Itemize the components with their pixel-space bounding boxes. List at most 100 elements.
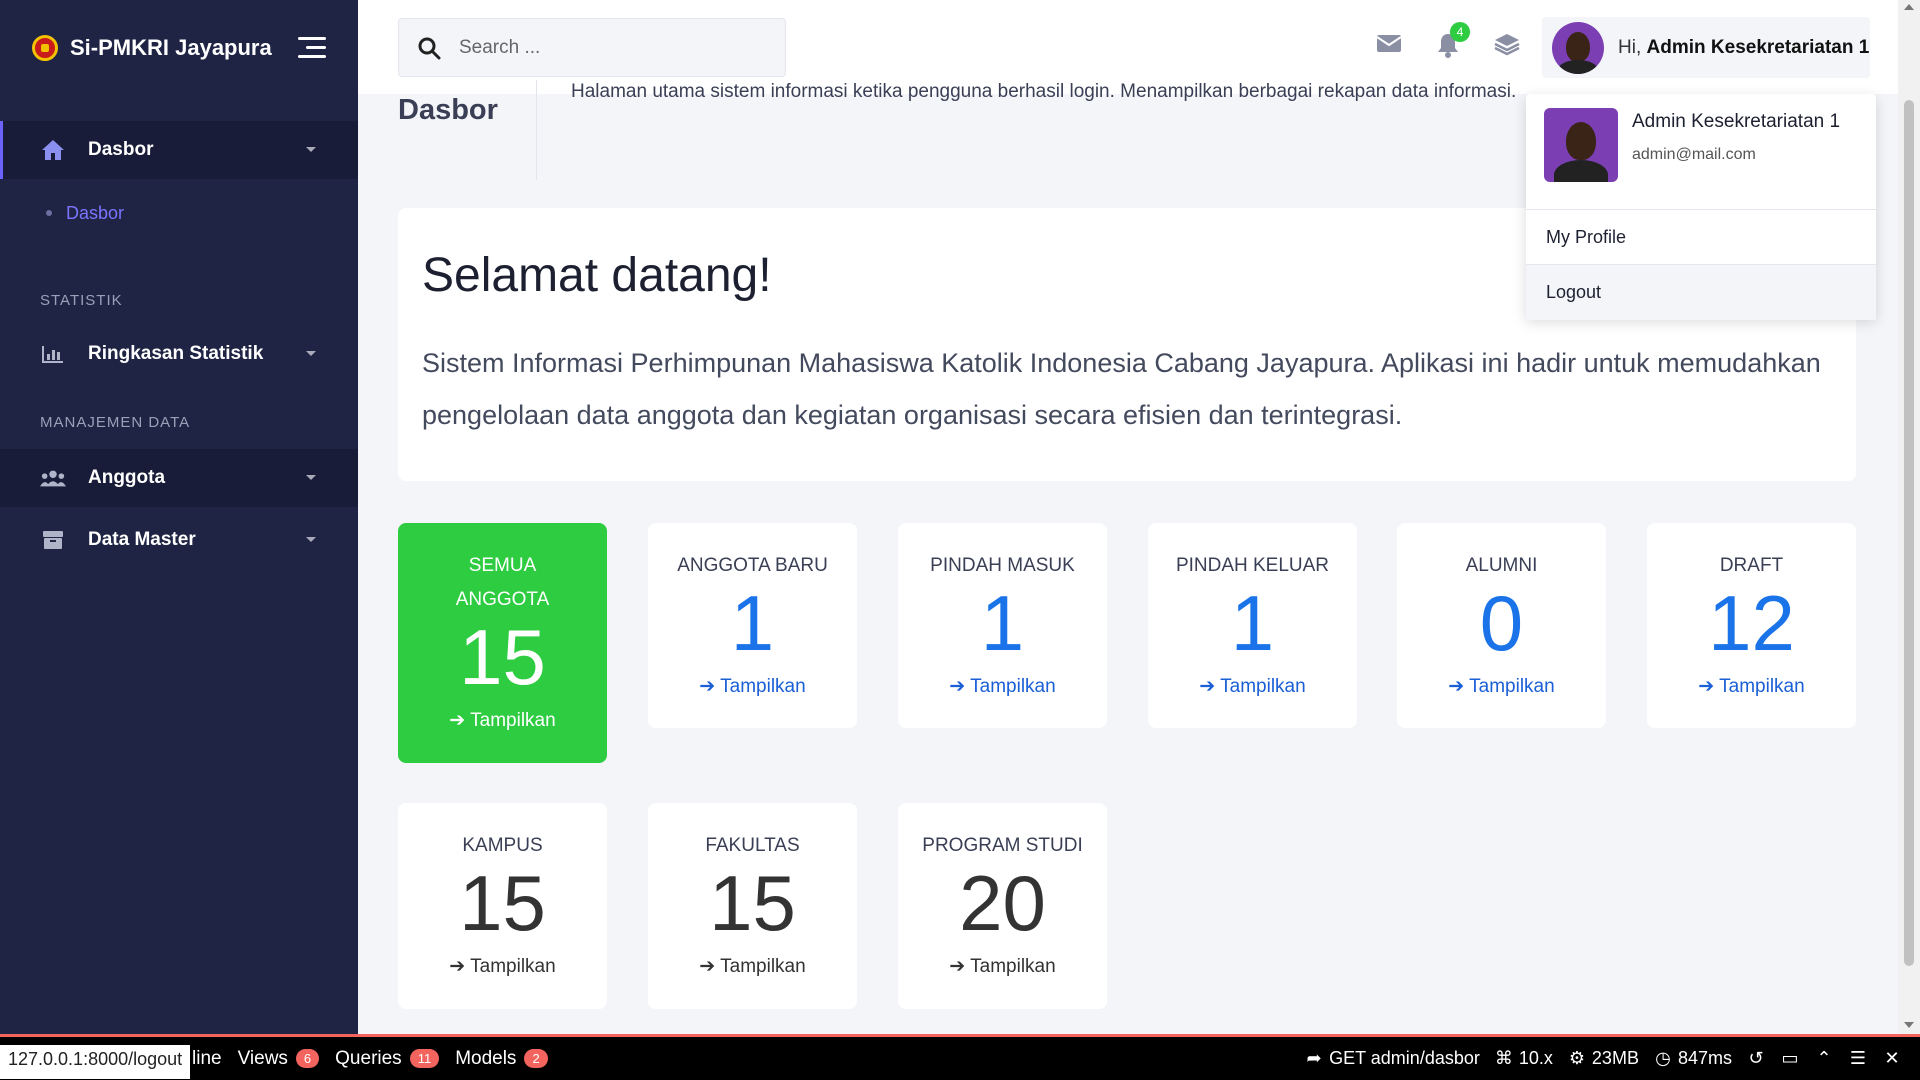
- stat-value: 12: [1708, 579, 1795, 667]
- bar-chart-icon: [40, 343, 66, 365]
- views-count: 6: [295, 1049, 320, 1068]
- sidebar-item-label: Anggota: [88, 467, 166, 488]
- tab-timeline[interactable]: line: [192, 1048, 222, 1070]
- notification-badge: 4: [1450, 22, 1470, 42]
- stat-link[interactable]: ➔ Tampilkan: [898, 675, 1107, 698]
- stat-value: 15: [459, 613, 546, 701]
- stat-card-kampus[interactable]: KAMPUS 15 ➔ Tampilkan: [398, 803, 607, 1009]
- user-menu-button[interactable]: Hi, Admin Kesekretariatan 1: [1542, 17, 1870, 78]
- stat-card-anggota-baru[interactable]: ANGGOTA BARU 1 ➔ Tampilkan: [648, 523, 857, 728]
- sidebar: Si-PMKRI Jayapura Dasbor Dasbor STATISTI…: [0, 0, 358, 1034]
- sidebar-item-dasbor[interactable]: Dasbor: [0, 121, 358, 179]
- brand-logo[interactable]: [32, 34, 58, 61]
- logout-link[interactable]: Logout: [1526, 265, 1876, 320]
- tab-models[interactable]: Models 2: [455, 1048, 548, 1070]
- layers-icon[interactable]: [1494, 32, 1520, 58]
- stat-card-alumni[interactable]: ALUMNI 0 ➔ Tampilkan: [1397, 523, 1606, 728]
- avatar: [1544, 108, 1618, 182]
- stat-card-semua-anggota[interactable]: SEMUA ANGGOTA 15 ➔ Tampilkan: [398, 523, 607, 763]
- time-info: ◷ 847ms: [1653, 1048, 1732, 1069]
- sidebar-subitem-label: Dasbor: [66, 202, 125, 223]
- chevron-down-icon: [306, 147, 316, 152]
- users-icon: [40, 467, 66, 489]
- close-icon[interactable]: ✕: [1882, 1048, 1902, 1069]
- stat-label: KAMPUS: [462, 835, 543, 856]
- sidebar-subitem-dasbor[interactable]: Dasbor: [0, 187, 358, 239]
- stat-link[interactable]: ➔ Tampilkan: [1647, 675, 1856, 698]
- stat-link[interactable]: ➔ Tampilkan: [648, 955, 857, 978]
- models-count: 2: [524, 1049, 548, 1068]
- stat-label: PROGRAM STUDI: [922, 835, 1083, 856]
- divider: [536, 80, 537, 180]
- cogs-icon: ⚙: [1568, 1048, 1585, 1068]
- stat-label: SEMUA ANGGOTA: [455, 555, 550, 610]
- version-info: ⌘ 10.x: [1494, 1048, 1553, 1068]
- stat-value: 0: [1479, 579, 1524, 667]
- chevron-down-icon: [306, 351, 316, 356]
- stat-value: 15: [709, 859, 796, 947]
- page-description: Halaman utama sistem informasi ketika pe…: [571, 81, 1517, 102]
- sidebar-item-data-master[interactable]: Data Master: [0, 511, 358, 569]
- bullet-icon: [46, 210, 52, 216]
- stat-label: DRAFT: [1719, 555, 1784, 576]
- share-icon: ➦: [1306, 1048, 1322, 1068]
- tab-queries[interactable]: Queries 11: [335, 1048, 440, 1070]
- stat-link[interactable]: ➔ Tampilkan: [898, 955, 1107, 978]
- stat-label: ALUMNI: [1465, 555, 1538, 576]
- brand: Si-PMKRI Jayapura: [0, 0, 358, 95]
- scrollbar[interactable]: [1898, 0, 1920, 1034]
- stat-label: ANGGOTA BARU: [677, 555, 828, 576]
- sidebar-item-label: Ringkasan Statistik: [88, 343, 264, 364]
- stat-label: PINDAH MASUK: [930, 555, 1075, 576]
- menu-toggle-icon[interactable]: [298, 37, 326, 58]
- chevron-up-icon[interactable]: ⌃: [1814, 1048, 1834, 1069]
- settings-icon[interactable]: ☰: [1848, 1048, 1868, 1069]
- stat-link[interactable]: ➔ Tampilkan: [1397, 675, 1606, 698]
- stat-link[interactable]: ➔ Tampilkan: [1148, 675, 1357, 698]
- laravel-icon: ⌘: [1494, 1048, 1513, 1068]
- page-title: Dasbor: [398, 94, 498, 126]
- stat-value: 20: [959, 859, 1046, 947]
- stat-value: 15: [459, 859, 546, 947]
- scrollbar-thumb[interactable]: [1904, 100, 1914, 966]
- stat-value: 1: [730, 579, 775, 667]
- queries-count: 11: [409, 1049, 440, 1068]
- stat-value: 1: [1230, 579, 1275, 667]
- stat-label: FAKULTAS: [705, 835, 800, 856]
- stat-link[interactable]: ➔ Tampilkan: [398, 709, 607, 732]
- user-greeting: Hi, Admin Kesekretariatan 1: [1618, 36, 1870, 58]
- chevron-down-icon: [306, 475, 316, 480]
- folder-icon[interactable]: ▭: [1780, 1048, 1800, 1069]
- user-dropdown: Admin Kesekretariatan 1 admin@mail.com M…: [1526, 94, 1876, 320]
- search-input[interactable]: [459, 36, 759, 59]
- dropdown-user-name: Admin Kesekretariatan 1: [1632, 111, 1841, 132]
- stat-card-draft[interactable]: DRAFT 12 ➔ Tampilkan: [1647, 523, 1856, 728]
- stat-link[interactable]: ➔ Tampilkan: [398, 955, 607, 978]
- home-icon: [40, 139, 66, 161]
- brand-name[interactable]: Si-PMKRI Jayapura: [70, 35, 272, 61]
- chevron-down-icon: [306, 537, 316, 542]
- sidebar-item-label: Data Master: [88, 529, 196, 550]
- scroll-up-icon[interactable]: [1904, 4, 1914, 10]
- tab-views[interactable]: Views 6: [238, 1048, 320, 1070]
- stat-card-pindah-masuk[interactable]: PINDAH MASUK 1 ➔ Tampilkan: [898, 523, 1107, 728]
- memory-info: ⚙ 23MB: [1568, 1048, 1639, 1068]
- history-icon[interactable]: ↺: [1746, 1048, 1766, 1069]
- mail-icon[interactable]: [1376, 32, 1402, 58]
- dropdown-header: Admin Kesekretariatan 1 admin@mail.com: [1526, 94, 1876, 210]
- debug-bar: line Views 6 Queries 11 Models 2 127.0.0.1:…: [0, 1034, 1920, 1080]
- section-title-manajemen-data: MANAJEMEN DATA: [40, 413, 191, 431]
- scroll-down-icon[interactable]: [1904, 1022, 1914, 1028]
- search-icon[interactable]: [417, 36, 441, 60]
- sidebar-item-label: Dasbor: [88, 139, 154, 160]
- stat-link[interactable]: ➔ Tampilkan: [648, 675, 857, 698]
- stat-card-fakultas[interactable]: FAKULTAS 15 ➔ Tampilkan: [648, 803, 857, 1009]
- stat-card-program-studi[interactable]: PROGRAM STUDI 20 ➔ Tampilkan: [898, 803, 1107, 1009]
- route-info: ➦ GET admin/dasbor: [1304, 1048, 1480, 1069]
- sidebar-item-ringkasan-statistik[interactable]: Ringkasan Statistik: [0, 325, 358, 383]
- stat-card-pindah-keluar[interactable]: PINDAH KELUAR 1 ➔ Tampilkan: [1148, 523, 1357, 728]
- stat-label: PINDAH KELUAR: [1175, 555, 1330, 576]
- my-profile-link[interactable]: My Profile: [1526, 210, 1876, 265]
- sidebar-item-anggota[interactable]: Anggota: [0, 449, 358, 507]
- stat-value: 1: [980, 579, 1025, 667]
